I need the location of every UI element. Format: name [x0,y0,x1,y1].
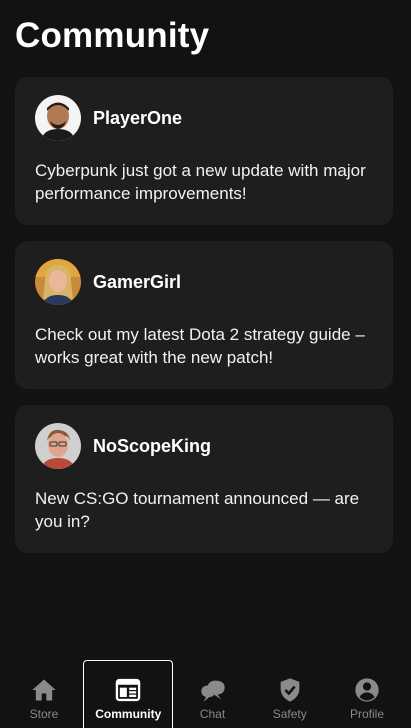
post-header: NoScopeKing [35,423,373,469]
page-title: Community [15,16,210,55]
post-header: GamerGirl [35,259,373,305]
tab-label: Store [29,707,59,721]
post-text: Check out my latest Dota 2 strategy guid… [35,325,365,367]
post-card[interactable]: GamerGirl Check out my latest Dota 2 str… [15,241,393,389]
post-text: Cyberpunk just got a new update with maj… [35,161,366,203]
community-feed: PlayerOne Cyberpunk just got a new updat… [15,77,393,569]
bottom-tab-bar: Store Community Chat Safety Profile [0,660,411,728]
tab-label: Profile [349,707,384,721]
home-icon [32,679,56,701]
tab-label: Chat [199,707,226,721]
post-username[interactable]: NoScopeKing [93,436,211,457]
post-text: New CS:GO tournament announced — are you… [35,489,360,531]
post-card[interactable]: NoScopeKing New CS:GO tournament announc… [15,405,393,553]
post-username[interactable]: PlayerOne [93,108,182,129]
post-header: PlayerOne [35,95,373,141]
newspaper-icon [116,678,141,702]
user-avatar-playerone[interactable] [35,95,81,141]
post-username[interactable]: GamerGirl [93,272,181,293]
post-card[interactable]: PlayerOne Cyberpunk just got a new updat… [15,77,393,225]
shield-check-icon [280,678,300,702]
user-avatar-gamergirl[interactable] [35,259,81,305]
tab-chat[interactable]: Chat [175,660,251,728]
tab-community[interactable]: Community [83,660,174,728]
tab-label: Community [95,707,162,721]
person-circle-icon [355,678,379,702]
tab-profile[interactable]: Profile [329,660,405,728]
tab-label: Safety [272,707,307,721]
chat-bubbles-icon [200,680,225,702]
tab-store[interactable]: Store [6,660,82,728]
tab-safety[interactable]: Safety [252,660,328,728]
user-avatar-noscopeking[interactable] [35,423,81,469]
